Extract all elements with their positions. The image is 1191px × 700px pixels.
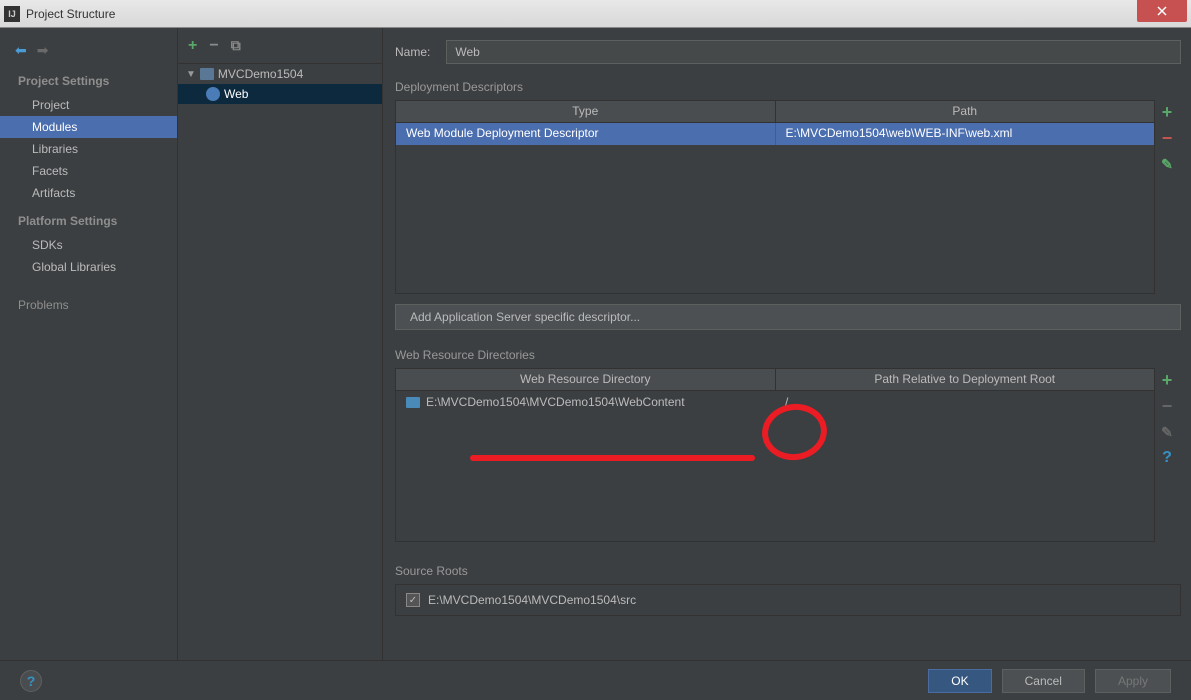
- nav-artifacts[interactable]: Artifacts: [0, 182, 177, 204]
- nav-libraries[interactable]: Libraries: [0, 138, 177, 160]
- nav-project[interactable]: Project: [0, 94, 177, 116]
- source-root-checkbox[interactable]: ✓: [406, 593, 420, 607]
- wrd-help-button[interactable]: ?: [1157, 448, 1177, 468]
- wrd-row-relpath: /: [775, 395, 1154, 409]
- module-icon: [200, 68, 214, 80]
- app-icon: IJ: [4, 6, 20, 22]
- help-button[interactable]: ?: [20, 670, 42, 692]
- tree-remove-icon[interactable]: −: [209, 37, 218, 55]
- wrd-header-relpath: Path Relative to Deployment Root: [776, 369, 1155, 390]
- dd-header-path: Path: [776, 101, 1155, 122]
- nav-problems[interactable]: Problems: [0, 278, 177, 318]
- window-title: Project Structure: [26, 7, 1137, 21]
- source-root-item[interactable]: ✓ E:\MVCDemo1504\MVCDemo1504\src: [395, 584, 1181, 616]
- folder-icon: [406, 397, 420, 408]
- tree-add-icon[interactable]: +: [188, 37, 197, 55]
- tree-toolbar: + − ⧉: [178, 28, 382, 64]
- web-resource-dirs-label: Web Resource Directories: [395, 348, 1181, 362]
- wrd-edit-button[interactable]: ✎: [1157, 422, 1177, 442]
- wrd-add-button[interactable]: +: [1157, 370, 1177, 390]
- name-label: Name:: [395, 45, 430, 59]
- dd-row-type: Web Module Deployment Descriptor: [396, 123, 776, 145]
- wrd-header-dir: Web Resource Directory: [396, 369, 776, 390]
- deployment-descriptors-label: Deployment Descriptors: [395, 80, 1181, 94]
- source-root-path: E:\MVCDemo1504\MVCDemo1504\src: [428, 593, 636, 607]
- nav-back-icon[interactable]: ⬅: [15, 42, 27, 59]
- add-server-descriptor-button[interactable]: Add Application Server specific descript…: [395, 304, 1181, 330]
- titlebar: IJ Project Structure: [0, 0, 1191, 28]
- wrd-remove-button[interactable]: −: [1157, 396, 1177, 416]
- name-input[interactable]: [446, 40, 1181, 64]
- main-area: ⬅ ➡ Project Settings Project Modules Lib…: [0, 28, 1191, 660]
- nav-sdks[interactable]: SDKs: [0, 234, 177, 256]
- web-icon: [206, 87, 220, 101]
- dd-row-path: E:\MVCDemo1504\web\WEB-INF\web.xml: [776, 123, 1155, 145]
- web-resource-table: Web Resource Directory Path Relative to …: [395, 368, 1155, 542]
- wrd-row-dir: E:\MVCDemo1504\MVCDemo1504\WebContent: [426, 395, 685, 409]
- tree-node-web[interactable]: Web: [178, 84, 382, 104]
- project-settings-header: Project Settings: [0, 64, 177, 94]
- dd-edit-button[interactable]: ✎: [1157, 154, 1177, 174]
- wrd-row[interactable]: E:\MVCDemo1504\MVCDemo1504\WebContent /: [396, 391, 1154, 413]
- nav-forward-icon: ➡: [37, 42, 49, 59]
- dd-add-button[interactable]: +: [1157, 102, 1177, 122]
- content-panel: Name: Deployment Descriptors Type Path W…: [383, 28, 1191, 660]
- nav-modules[interactable]: Modules: [0, 116, 177, 138]
- tree-node-root[interactable]: ▼ MVCDemo1504: [178, 64, 382, 84]
- nav-facets[interactable]: Facets: [0, 160, 177, 182]
- tree-child-label: Web: [224, 87, 248, 101]
- dd-row[interactable]: Web Module Deployment Descriptor E:\MVCD…: [396, 123, 1154, 145]
- dd-remove-button[interactable]: −: [1157, 128, 1177, 148]
- deployment-table: Type Path Web Module Deployment Descript…: [395, 100, 1155, 294]
- cancel-button[interactable]: Cancel: [1002, 669, 1085, 693]
- bottom-bar: ? OK Cancel Apply: [0, 660, 1191, 700]
- left-nav-panel: ⬅ ➡ Project Settings Project Modules Lib…: [0, 28, 178, 660]
- ok-button[interactable]: OK: [928, 669, 991, 693]
- platform-settings-header: Platform Settings: [0, 204, 177, 234]
- close-button[interactable]: [1137, 0, 1187, 22]
- source-roots-label: Source Roots: [395, 564, 1181, 578]
- nav-toolbar: ⬅ ➡: [0, 36, 177, 64]
- apply-button: Apply: [1095, 669, 1171, 693]
- tree-copy-icon[interactable]: ⧉: [231, 37, 241, 54]
- tree-root-label: MVCDemo1504: [218, 67, 303, 81]
- nav-global-libraries[interactable]: Global Libraries: [0, 256, 177, 278]
- dd-header-type: Type: [396, 101, 776, 122]
- tree-expand-icon[interactable]: ▼: [186, 69, 196, 80]
- module-tree-panel: + − ⧉ ▼ MVCDemo1504 Web: [178, 28, 383, 660]
